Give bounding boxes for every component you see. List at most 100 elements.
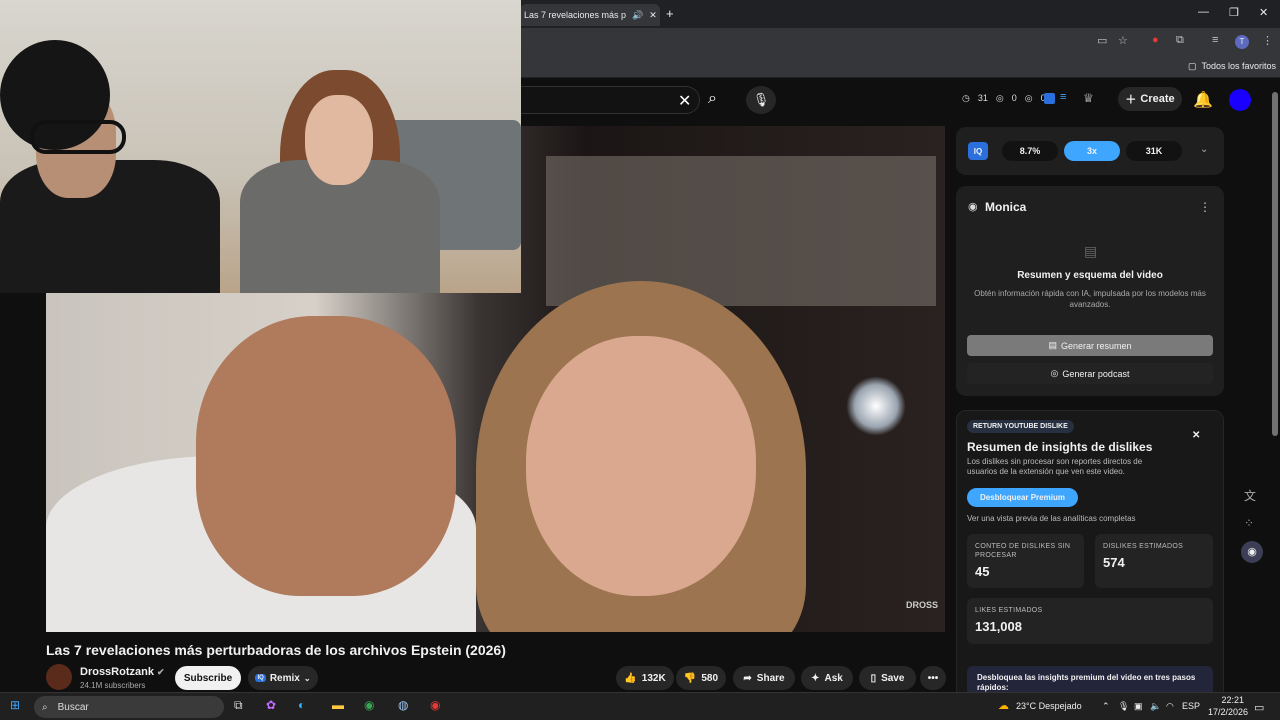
volume-icon[interactable]: 🔈 xyxy=(1150,701,1161,712)
extensions-puzzle-icon[interactable]: ⧉ xyxy=(1176,34,1184,47)
preview-analytics-link[interactable]: Ver una vista previa de las analíticas c… xyxy=(967,514,1136,523)
tab-audio-icon[interactable]: 🔊 xyxy=(632,10,643,21)
weather-text[interactable]: 23°C Despejado xyxy=(1016,701,1082,711)
windows-start-icon[interactable]: ⊞ xyxy=(10,698,20,712)
clear-search-icon[interactable]: ✕ xyxy=(678,91,691,111)
generate-podcast-label: Generar podcast xyxy=(1062,368,1130,379)
microphone-icon[interactable]: 🎙 xyxy=(1118,701,1129,712)
restore-button[interactable]: ❐ xyxy=(1229,6,1239,19)
generate-summary-button[interactable]: ▤ Generar resumen xyxy=(967,335,1213,356)
ryd-badge: RETURN YOUTUBE DISLIKE xyxy=(967,420,1074,433)
tray-chevron-icon[interactable]: ⌃ xyxy=(1102,701,1110,712)
glasses xyxy=(30,120,126,154)
subscriber-count: 24.1M subscribers xyxy=(80,681,146,690)
file-explorer-icon[interactable]: ▬ xyxy=(332,698,344,712)
header-stats: ◷31 ◎0 ◎0 xyxy=(962,93,1046,104)
unlock-premium-button[interactable]: Desbloquear Premium xyxy=(967,488,1078,507)
more-actions-button[interactable]: ••• xyxy=(920,666,946,690)
recording-app-icon[interactable]: ◉ xyxy=(430,698,440,712)
estimated-dislikes-card: DISLIKES ESTIMADOS 574 xyxy=(1095,534,1213,588)
summary-icon: ▤ xyxy=(1048,340,1057,350)
clock-time[interactable]: 22:21 xyxy=(1208,695,1244,705)
share-button[interactable]: ➦ Share xyxy=(733,666,795,690)
language-indicator[interactable]: ESP xyxy=(1182,701,1200,711)
profile-avatar[interactable]: T xyxy=(1235,35,1249,49)
channel-name[interactable]: DrossRotzank ✔ xyxy=(80,666,165,678)
ask-button[interactable]: ✦ Ask xyxy=(801,666,853,690)
wifi-icon[interactable]: ◠ xyxy=(1166,701,1174,712)
taskbar-search-icon: ⌕ xyxy=(42,701,48,713)
raw-dislikes-value: 45 xyxy=(975,564,990,579)
stat-2: 0 xyxy=(1011,93,1017,103)
create-label: Create xyxy=(1140,93,1175,105)
search-icon[interactable]: ⌕ xyxy=(708,90,717,108)
iq-chip-views[interactable]: 31K xyxy=(1126,141,1182,161)
notification-center-icon[interactable]: ▭ xyxy=(1254,701,1264,714)
taskbar-search-placeholder: Buscar xyxy=(57,701,89,713)
save-button[interactable]: ▯ Save xyxy=(859,666,916,690)
raw-dislikes-card: CONTEO DE DISLIKES SIN PROCESAR 45 xyxy=(967,534,1084,588)
cast-icon[interactable]: ▭ xyxy=(1097,34,1107,47)
channel-avatar[interactable] xyxy=(46,664,72,690)
remix-label: Remix xyxy=(269,672,300,684)
notifications-bell-icon[interactable]: 🔔 xyxy=(1193,90,1213,110)
translate-icon[interactable]: 文 xyxy=(1244,487,1256,504)
estimated-likes-value: 131,008 xyxy=(975,619,1022,634)
iq-chip-percent[interactable]: 8.7% xyxy=(1002,141,1058,161)
ryd-close-icon[interactable]: ✕ xyxy=(1192,430,1200,441)
remix-button[interactable]: IQ Remix ⌄ xyxy=(248,666,318,690)
media-control-icon[interactable]: ≡ xyxy=(1212,34,1218,46)
bookmarks-label: Todos los favoritos xyxy=(1201,61,1277,71)
dislike-button[interactable]: 👎 580 xyxy=(676,666,726,690)
extension-icon[interactable]: ● xyxy=(1152,34,1159,46)
list-icon[interactable]: ≡ xyxy=(1060,91,1066,103)
steam-icon[interactable]: ◍ xyxy=(398,698,408,712)
sparkle-icon: ✦ xyxy=(811,672,820,684)
task-view-icon[interactable]: ⧉ xyxy=(234,698,243,713)
clock-date[interactable]: 17/2/2026 xyxy=(1204,707,1248,717)
all-bookmarks[interactable]: ▢ Todos los favoritos xyxy=(1188,61,1276,72)
stat-view-icon: ◎ xyxy=(1024,93,1033,103)
monica-summary-desc: Obtén información rápida con IA, impulsa… xyxy=(974,289,1206,309)
monica-logo-icon: ◉ xyxy=(968,201,978,213)
camera-icon[interactable]: ▣ xyxy=(1134,701,1143,712)
create-button[interactable]: ＋ Create xyxy=(1118,87,1182,111)
monica-sidebar-icon[interactable]: ◉ xyxy=(1241,541,1263,563)
person-left-body xyxy=(0,160,220,293)
plus-icon: ＋ xyxy=(1125,94,1137,106)
podcast-icon: ◎ xyxy=(1050,368,1059,378)
bookmark-icon: ▯ xyxy=(870,672,877,684)
copilot-icon[interactable]: ✿ xyxy=(266,698,276,712)
page-scrollbar[interactable] xyxy=(1272,92,1278,436)
stat-clock-icon: ◷ xyxy=(962,93,970,103)
tab-close-icon[interactable]: ✕ xyxy=(649,10,657,21)
subscribe-button[interactable]: Subscribe xyxy=(175,666,241,690)
search-input[interactable] xyxy=(520,86,700,114)
iq-expand-chevron-icon[interactable]: ⌄ xyxy=(1200,144,1208,155)
generate-podcast-button[interactable]: ◎ Generar podcast xyxy=(967,363,1213,384)
minimize-button[interactable]: — xyxy=(1198,6,1209,18)
new-tab-button[interactable]: + xyxy=(666,6,674,21)
apps-icon[interactable]: ⁘ xyxy=(1244,516,1254,530)
like-button[interactable]: 👍 132K xyxy=(616,666,674,690)
bookmark-star-icon[interactable]: ☆ xyxy=(1118,34,1128,47)
edge-icon[interactable]: ◐ xyxy=(298,698,305,712)
account-avatar[interactable] xyxy=(1229,89,1251,111)
browser-menu-icon[interactable]: ⋮ xyxy=(1262,34,1273,47)
person-right-face xyxy=(305,95,373,185)
iq-chip-multiplier[interactable]: 3x xyxy=(1064,141,1120,161)
voice-search-icon[interactable]: 🎙 xyxy=(746,86,776,114)
close-window-button[interactable]: ✕ xyxy=(1259,6,1268,19)
chrome-icon[interactable]: ◉ xyxy=(364,698,374,712)
document-icon: ▤ xyxy=(1084,243,1098,259)
trophy-icon[interactable]: ♕ xyxy=(1083,91,1094,105)
webcam-overlay[interactable] xyxy=(0,0,521,293)
dislike-count: 580 xyxy=(701,672,719,684)
iq-header-icon[interactable] xyxy=(1044,93,1055,104)
monica-menu-icon[interactable]: ⋮ xyxy=(1199,200,1211,214)
chevron-down-icon: ⌄ xyxy=(303,673,311,683)
taskbar-search[interactable]: ⌕ Buscar xyxy=(34,696,224,718)
monica-summary-title: Resumen y esquema del video xyxy=(1017,270,1163,281)
estimated-likes-card: LIKES ESTIMADOS 131,008 xyxy=(967,598,1213,644)
browser-tab[interactable]: Las 7 revelaciones más pert 🔊 ✕ xyxy=(520,4,660,26)
